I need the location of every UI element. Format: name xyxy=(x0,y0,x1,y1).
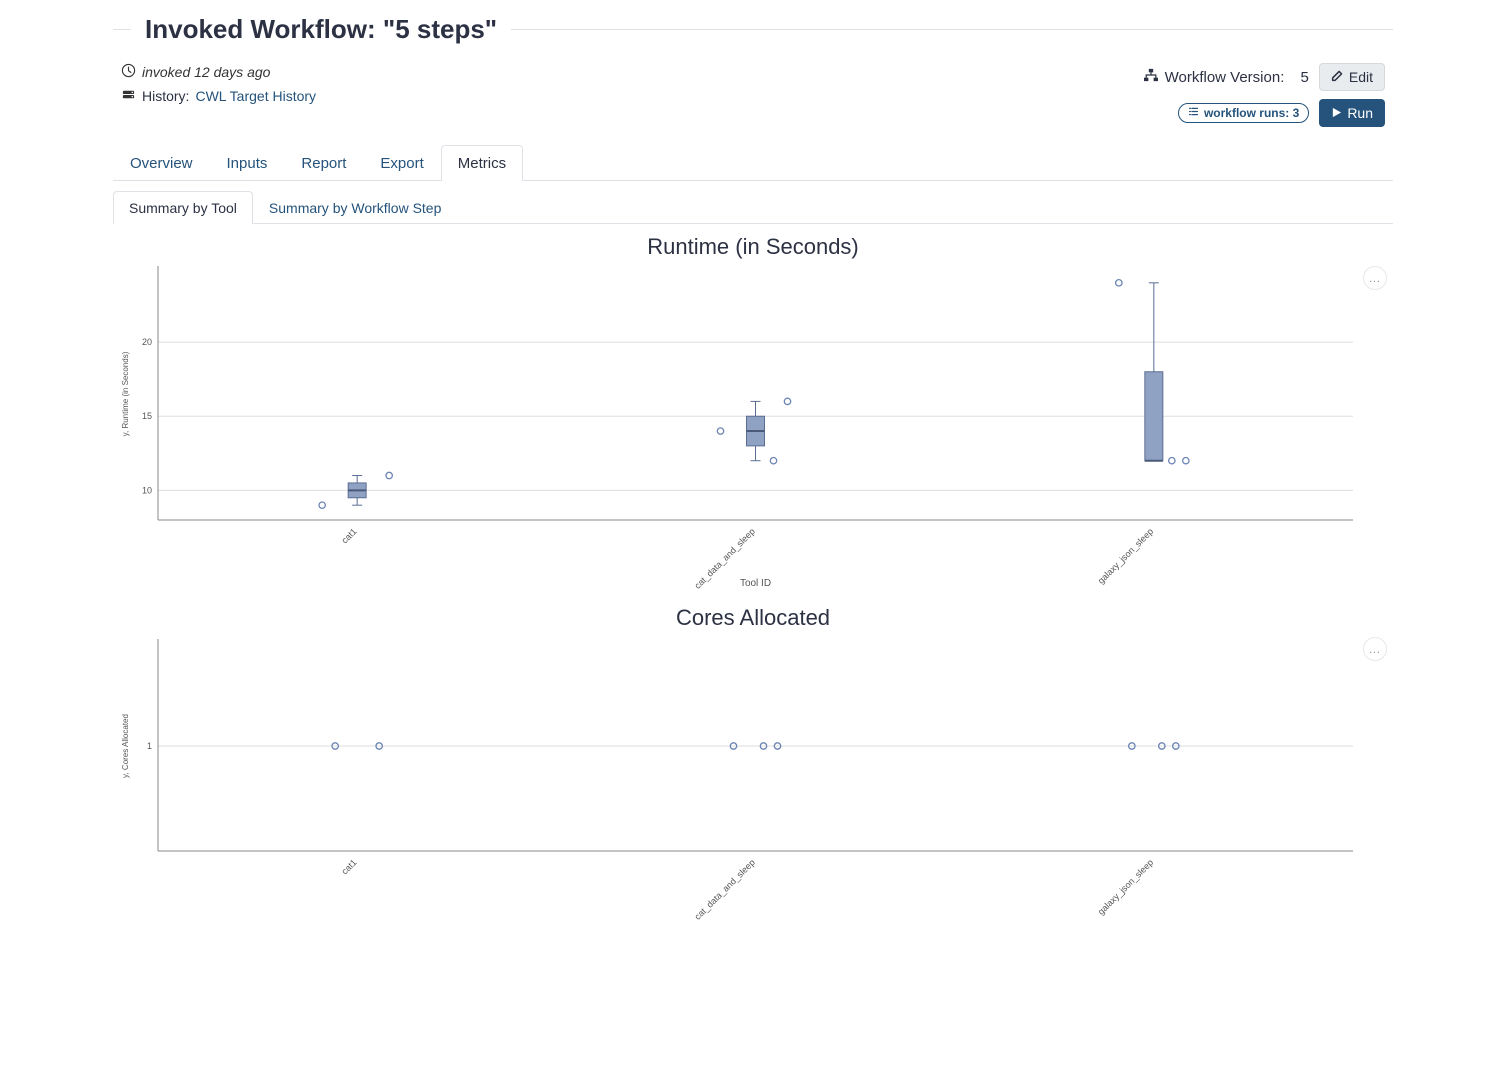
ellipsis-icon: … xyxy=(1369,642,1382,656)
ellipsis-icon: … xyxy=(1369,271,1382,285)
svg-text:cat1: cat1 xyxy=(339,857,358,876)
invoked-time: invoked 12 days ago xyxy=(142,64,270,80)
chart-menu-button[interactable]: … xyxy=(1363,637,1387,661)
storage-icon xyxy=(121,87,136,105)
svg-text:y, Runtime (in Seconds): y, Runtime (in Seconds) xyxy=(121,351,130,436)
chart-runtime: … 101520y, Runtime (in Seconds)cat1cat_d… xyxy=(113,260,1393,595)
svg-text:y, Cores Allocated: y, Cores Allocated xyxy=(121,714,130,778)
tab-metrics[interactable]: Metrics xyxy=(441,145,523,181)
subtab-summary-by-workflow-step[interactable]: Summary by Workflow Step xyxy=(253,191,457,224)
svg-text:galaxy_json_sleep: galaxy_json_sleep xyxy=(1096,857,1155,916)
tab-overview[interactable]: Overview xyxy=(113,145,210,181)
title-row: Invoked Workflow: "5 steps" xyxy=(113,0,1393,45)
svg-text:10: 10 xyxy=(142,485,152,495)
svg-text:20: 20 xyxy=(142,337,152,347)
edit-button[interactable]: Edit xyxy=(1319,63,1385,91)
chart-cores-title: Cores Allocated xyxy=(113,605,1393,631)
svg-text:cat_data_and_sleep: cat_data_and_sleep xyxy=(693,857,757,921)
subtab-summary-by-tool[interactable]: Summary by Tool xyxy=(113,191,253,224)
history-link[interactable]: CWL Target History xyxy=(195,88,316,104)
svg-text:Tool ID: Tool ID xyxy=(740,578,771,589)
invocation-meta: invoked 12 days ago History: CWL Target … xyxy=(113,45,1393,139)
page-title: Invoked Workflow: "5 steps" xyxy=(145,14,497,45)
sub-tabs: Summary by ToolSummary by Workflow Step xyxy=(113,191,1393,224)
play-icon xyxy=(1331,105,1342,121)
history-label: History: xyxy=(142,88,189,104)
chart-runtime-title: Runtime (in Seconds) xyxy=(113,234,1393,260)
sitemap-icon xyxy=(1143,68,1159,86)
tab-inputs[interactable]: Inputs xyxy=(210,145,285,181)
svg-text:15: 15 xyxy=(142,411,152,421)
svg-text:1: 1 xyxy=(147,741,152,751)
svg-text:galaxy_json_sleep: galaxy_json_sleep xyxy=(1096,526,1155,585)
workflow-runs-pill[interactable]: workflow runs: 3 xyxy=(1178,103,1309,123)
tab-export[interactable]: Export xyxy=(363,145,440,181)
list-icon xyxy=(1188,106,1199,120)
workflow-version: Workflow Version: 5 xyxy=(1143,68,1309,86)
tab-report[interactable]: Report xyxy=(284,145,363,181)
main-tabs: OverviewInputsReportExportMetrics xyxy=(113,145,1393,181)
chart-cores: … 1 y, Cores Allocated cat1 cat_data_and_sl… xyxy=(113,631,1393,926)
clock-icon xyxy=(121,63,136,81)
svg-text:cat1: cat1 xyxy=(339,526,358,545)
chart-menu-button[interactable]: … xyxy=(1363,266,1387,290)
pencil-icon xyxy=(1331,69,1344,85)
run-button[interactable]: Run xyxy=(1319,99,1385,127)
